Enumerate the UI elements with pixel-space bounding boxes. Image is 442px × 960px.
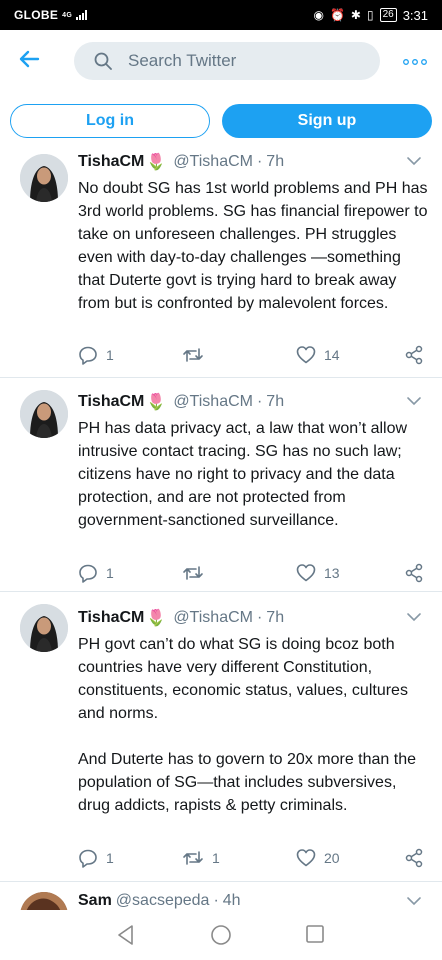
status-bar: GLOBE 4G ◉ ⏰ ✱ ▯ 26 3:31 xyxy=(0,0,442,30)
reply-button[interactable]: 1 xyxy=(78,563,114,583)
network-type: 4G xyxy=(62,11,73,19)
tweet-text: No doubt SG has 1st world problems and P… xyxy=(78,180,428,312)
reply-icon xyxy=(79,564,97,583)
retweet-count: 1 xyxy=(212,850,220,866)
like-button[interactable]: 20 xyxy=(296,848,340,868)
author-handle[interactable]: @TishaCM xyxy=(173,153,253,171)
separator-dot: · xyxy=(256,609,263,626)
author-handle[interactable]: @sacsepeda xyxy=(116,892,210,910)
like-icon xyxy=(296,346,316,364)
retweet-button[interactable] xyxy=(182,345,212,365)
search-input[interactable]: Search Twitter xyxy=(74,42,380,80)
reply-button[interactable]: 1 xyxy=(78,848,114,868)
separator-dot: · xyxy=(213,892,219,909)
author-name[interactable]: TishaCM xyxy=(78,153,144,171)
tweet-actions: 1 1 20 xyxy=(78,848,428,868)
avatar[interactable] xyxy=(20,390,68,438)
avatar[interactable] xyxy=(20,154,68,202)
tweet-timestamp[interactable]: 7h xyxy=(266,609,284,627)
status-left: GLOBE 4G xyxy=(14,8,88,22)
retweet-button[interactable] xyxy=(182,563,212,583)
reply-count: 1 xyxy=(106,565,114,581)
tweet-actions: 1 14 xyxy=(78,345,428,365)
tulip-emoji: 🌷 xyxy=(146,154,167,171)
like-icon xyxy=(296,564,316,582)
tweet-timestamp[interactable]: 7h xyxy=(266,153,284,171)
signal-icon xyxy=(76,10,88,20)
tweet-timestamp[interactable]: 4h xyxy=(223,892,241,910)
tweet-text: PH govt can’t do what SG is doing bcoz b… xyxy=(78,636,416,814)
search-placeholder: Search Twitter xyxy=(128,51,237,70)
tweet[interactable]: TishaCM 🌷 @TishaCM · 7h PH has data priv… xyxy=(0,378,442,592)
nav-back-icon[interactable] xyxy=(116,924,136,946)
share-button[interactable] xyxy=(404,563,424,583)
system-nav-bar xyxy=(0,910,442,960)
avatar[interactable] xyxy=(20,892,68,910)
like-icon xyxy=(296,849,316,867)
like-button[interactable]: 14 xyxy=(296,345,340,365)
separator-dot: · xyxy=(256,153,263,170)
nav-recent-icon[interactable] xyxy=(305,924,325,944)
tweet-timestamp[interactable]: 7h xyxy=(266,393,284,411)
tweet[interactable]: TishaCM 🌷 @TishaCM · 7h PH govt can’t do… xyxy=(0,592,442,882)
bluetooth-icon: ✱ xyxy=(350,8,361,22)
reply-count: 1 xyxy=(106,347,114,363)
search-icon xyxy=(94,52,112,70)
tulip-emoji: 🌷 xyxy=(146,610,167,627)
reply-button[interactable]: 1 xyxy=(78,345,114,365)
tweet-header: TishaCM 🌷 @TishaCM · 7h xyxy=(78,152,284,172)
more-dots-icon[interactable] xyxy=(400,56,430,68)
tweet-header: TishaCM 🌷 @TishaCM · 7h xyxy=(78,392,284,412)
carrier-label: GLOBE xyxy=(14,8,59,22)
share-button[interactable] xyxy=(404,345,424,365)
author-handle[interactable]: @TishaCM xyxy=(173,609,253,627)
signup-button[interactable]: Sign up xyxy=(222,104,432,138)
nav-home-icon[interactable] xyxy=(210,924,232,946)
chevron-down-icon[interactable] xyxy=(406,896,422,906)
like-count: 14 xyxy=(324,347,340,363)
back-arrow-icon[interactable] xyxy=(14,44,44,74)
tweet[interactable]: Sam @sacsepeda · 4h xyxy=(0,882,442,910)
login-button[interactable]: Log in xyxy=(10,104,210,138)
auth-bar: Log in Sign up xyxy=(0,100,442,142)
alarm-icon: ⏰ xyxy=(329,8,345,22)
tweet-header: TishaCM 🌷 @TishaCM · 7h xyxy=(78,608,284,628)
reply-count: 1 xyxy=(106,850,114,866)
chevron-down-icon[interactable] xyxy=(406,396,422,406)
like-count: 20 xyxy=(324,850,340,866)
eye-comfort-icon: ◉ xyxy=(313,8,324,22)
chevron-down-icon[interactable] xyxy=(406,612,422,622)
retweet-button[interactable]: 1 xyxy=(182,848,220,868)
retweet-icon xyxy=(183,566,203,580)
share-icon xyxy=(405,563,423,583)
like-button[interactable]: 13 xyxy=(296,563,340,583)
retweet-icon xyxy=(183,348,203,362)
share-button[interactable] xyxy=(404,848,424,868)
share-icon xyxy=(405,345,423,365)
status-right: ◉ ⏰ ✱ ▯ 26 3:31 xyxy=(313,8,428,23)
battery-indicator: 26 xyxy=(379,8,397,22)
like-count: 13 xyxy=(324,565,340,581)
chevron-down-icon[interactable] xyxy=(406,156,422,166)
reply-icon xyxy=(79,346,97,365)
tweet-actions: 1 13 xyxy=(78,563,428,583)
tulip-emoji: 🌷 xyxy=(146,394,167,411)
author-name[interactable]: TishaCM xyxy=(78,393,144,411)
share-icon xyxy=(405,848,423,868)
author-handle[interactable]: @TishaCM xyxy=(173,393,253,411)
search-header: Search Twitter xyxy=(0,30,442,90)
reply-icon xyxy=(79,849,97,868)
retweet-icon xyxy=(183,851,203,865)
clock: 3:31 xyxy=(402,7,428,23)
author-name[interactable]: Sam xyxy=(78,892,112,910)
author-name[interactable]: TishaCM xyxy=(78,609,144,627)
separator-dot: · xyxy=(256,393,263,410)
tweet[interactable]: TishaCM 🌷 @TishaCM · 7h No doubt SG has … xyxy=(0,146,442,378)
tweet-text: PH has data privacy act, a law that won’… xyxy=(78,420,408,529)
avatar[interactable] xyxy=(20,604,68,652)
vibrate-icon: ▯ xyxy=(366,8,374,22)
tweet-header: Sam @sacsepeda · 4h xyxy=(78,892,241,910)
